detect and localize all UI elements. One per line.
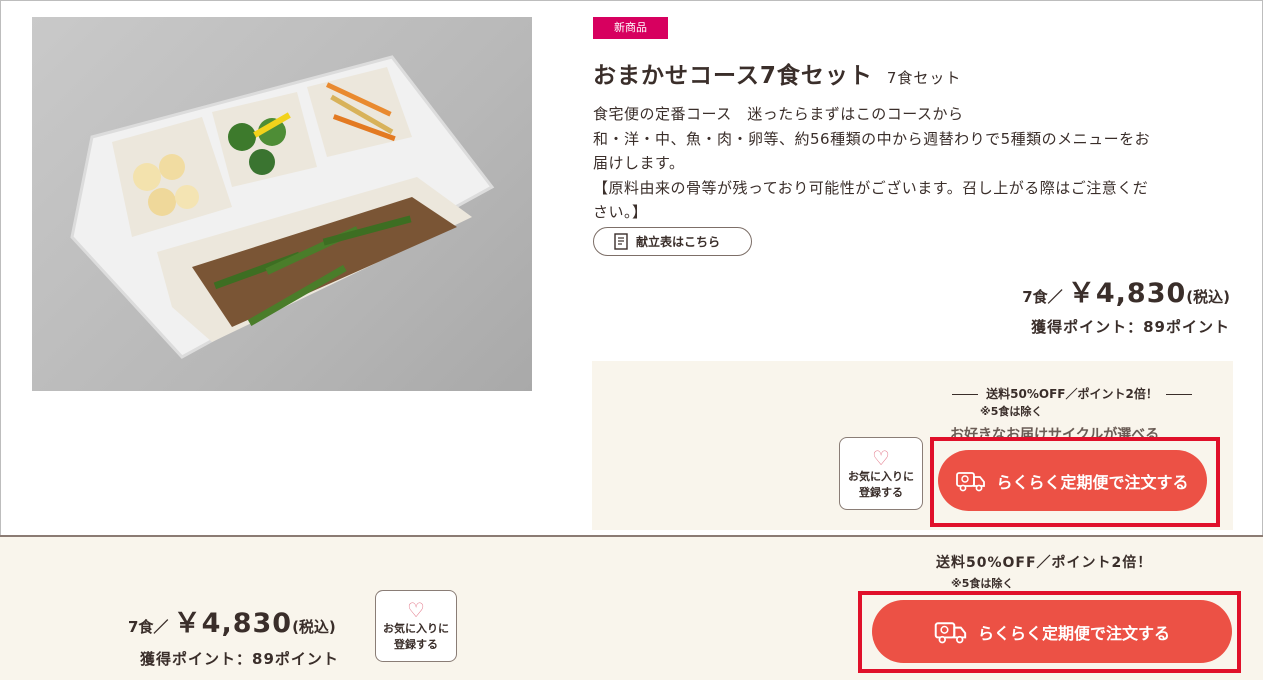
order-button-label: らくらく定期便で注文する [996, 472, 1189, 492]
bottom-price-value: ￥4,830 [173, 608, 293, 639]
description-line: さい。】 [593, 203, 648, 221]
product-title-text: おまかせコース7食セット [593, 63, 873, 89]
bottom-promo-note: ※5食は除く [951, 577, 1014, 590]
bottom-price-block: 7食／ ￥4,830(税込) 獲得ポイント：89ポイント [128, 601, 339, 669]
points-label: 獲得ポイント：89ポイント [1031, 318, 1230, 336]
description-line: 届けします。 [593, 154, 685, 172]
price-block: 7食／ ￥4,830(税込) 獲得ポイント：89ポイント [1022, 271, 1230, 337]
favorite-label-line2: 登録する [859, 485, 903, 499]
description-line: 食宅便の定番コース 迷ったらまずはこのコースから [593, 105, 964, 123]
description-line: 和・洋・中、魚・肉・卵等、約56種類の中から週替わりで5種類のメニューをお [593, 129, 1151, 148]
bottom-favorite-label-line1: お気に入りに [383, 622, 449, 635]
bottom-order-button-label: らくらく定期便で注文する [977, 623, 1170, 643]
menu-list-button[interactable]: 献立表はこちら [593, 227, 752, 256]
product-description: 食宅便の定番コース 迷ったらまずはこのコースから 和・洋・中、魚・肉・卵等、約5… [593, 102, 1233, 225]
heart-icon: ♡ [407, 598, 425, 622]
bottom-sticky-bar: 7食／ ￥4,830(税込) 獲得ポイント：89ポイント ♡ お気に入りに 登録… [0, 535, 1263, 680]
new-product-badge: 新商品 [593, 17, 668, 39]
bottom-tax-label: (税込) [292, 618, 336, 636]
price-prefix: 7食／ [1022, 288, 1063, 306]
promo-note: ※5食は除く [980, 405, 1043, 418]
heart-icon: ♡ [872, 445, 890, 470]
menu-list-label: 献立表はこちら [636, 235, 721, 249]
product-title: おまかせコース7食セット 7食セット [593, 56, 961, 90]
tax-label: (税込) [1186, 288, 1230, 306]
delivery-truck-icon [934, 621, 967, 643]
description-line: 【原料由来の骨等が残っており可能性がございます。召し上がる際はご注意くだ [593, 178, 1149, 197]
delivery-truck-icon [956, 471, 986, 491]
bottom-promo-headline: 送料50%OFF／ポイント2倍！ [936, 555, 1153, 571]
bottom-points-label: 獲得ポイント：89ポイント [140, 650, 339, 668]
subscription-order-button[interactable]: らくらく定期便で注文する [938, 450, 1207, 511]
bottom-favorite-label-line2: 登録する [394, 638, 438, 651]
bento-tray-illustration [70, 55, 495, 359]
favorite-label-line1: お気に入りに [848, 469, 914, 483]
subscription-promo-box: 送料50%OFF／ポイント2倍！ ※5食は除く お好きなお届けサイクルが選べる … [592, 361, 1233, 530]
product-subtitle: 7食セット [886, 69, 962, 87]
promo-headline-text: 送料50%OFF／ポイント2倍！ [986, 387, 1158, 401]
bottom-price-prefix: 7食／ [128, 618, 169, 636]
bottom-favorite-button[interactable]: ♡ お気に入りに 登録する [375, 590, 457, 662]
document-icon [614, 233, 628, 250]
product-image [32, 17, 532, 391]
promo-headline: 送料50%OFF／ポイント2倍！ [937, 385, 1207, 402]
bottom-subscription-order-button[interactable]: らくらく定期便で注文する [872, 600, 1232, 663]
price-value: ￥4,830 [1067, 278, 1187, 309]
favorite-button[interactable]: ♡ お気に入りに 登録する [839, 437, 923, 510]
